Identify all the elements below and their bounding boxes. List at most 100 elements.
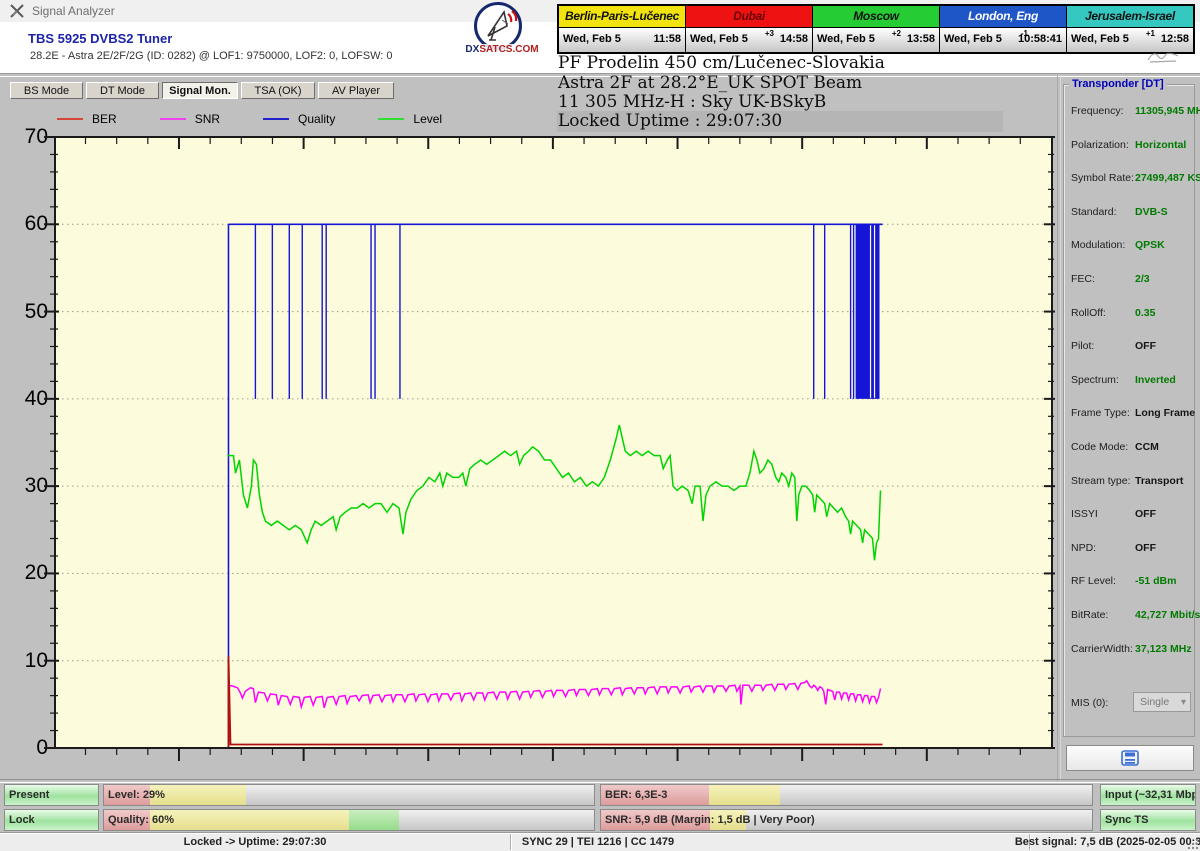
clock-london-eng: London, EngWed, Feb 5-110:58:41	[939, 6, 1066, 52]
signal-analyzer-window: { "window": {"title": "Signal Analyzer"}…	[0, 0, 1200, 850]
meter-label: BER: 6,3E-3	[605, 789, 667, 801]
chevron-down-icon: ▾	[1181, 694, 1186, 712]
transponder-label: NPD:	[1071, 542, 1096, 554]
tab-tsa[interactable]: TSA (OK)	[241, 82, 315, 99]
signature-mark	[1146, 48, 1180, 69]
clock-utc-offset: +3	[765, 29, 774, 38]
clock-date: Wed, Feb 5	[1071, 33, 1129, 45]
y-axis-label-30: 30	[8, 474, 48, 498]
lock-meter: Lock	[4, 809, 99, 831]
transponder-row-fec: FEC: 2/3	[1071, 273, 1191, 287]
y-axis-label-40: 40	[8, 387, 48, 411]
transponder-row-polarization: Polarization:Horizontal	[1071, 139, 1191, 153]
present-meter: Present	[4, 784, 99, 806]
snr-legend-label: SNR	[195, 112, 220, 126]
quality-meter: Quality: 60%	[103, 809, 595, 831]
meter-label: SNR: 5,9 dB (Margin: 1,5 dB | Very Poor)	[605, 814, 815, 826]
transponder-value: 42,727 Mbit/s	[1135, 609, 1200, 621]
transponder-row-bitrate: BitRate:42,727 Mbit/s	[1071, 609, 1191, 623]
transponder-row-rolloff: RollOff: 0.35	[1071, 307, 1191, 321]
quality-dip-block	[856, 224, 880, 399]
clock-city: Dubai	[686, 6, 812, 28]
transponder-value: CCM	[1135, 441, 1159, 453]
transponder-label: Spectrum:	[1071, 374, 1119, 386]
transponder-value: 11305,945 MHz	[1135, 105, 1200, 117]
y-axis-label-60: 60	[8, 212, 48, 236]
logo-text: DXSATCS.COM	[456, 44, 548, 55]
transponder-label: Modulation:	[1071, 239, 1125, 251]
transponder-value: 27499,487 KS/s	[1135, 172, 1200, 184]
clock-time-row: Wed, Feb 511:58	[559, 28, 685, 52]
transponder-label: Frame Type:	[1071, 407, 1130, 419]
meter-label: Level: 29%	[108, 789, 165, 801]
transponder-row-code-mode: Code Mode: CCM	[1071, 441, 1191, 455]
transponder-value: Transport	[1135, 475, 1183, 487]
transponder-row-pilot: Pilot: OFF	[1071, 340, 1191, 354]
quality-legend-swatch	[263, 118, 289, 120]
level-legend-swatch	[378, 118, 404, 120]
antenna-info: PF Prodelin 450 cm/Lučenec-Slovakia	[558, 53, 885, 73]
clock-berlin-paris-lu-enec: Berlin-Paris-LučenecWed, Feb 511:58	[559, 6, 685, 52]
transponder-value: Horizontal	[1135, 139, 1186, 151]
transponder-label: ISSYI	[1071, 508, 1098, 520]
transponder-value: QPSK	[1135, 239, 1165, 251]
clock-city: London, Eng	[940, 6, 1066, 28]
transponder-label: FEC:	[1071, 273, 1095, 285]
transponder-label: Standard:	[1071, 206, 1117, 218]
clock-date: Wed, Feb 5	[563, 33, 621, 45]
y-axis-label-0: 0	[8, 736, 48, 760]
clock-time: 10:58:41	[1018, 33, 1062, 45]
signal-chart-svg	[55, 137, 1052, 748]
uptime-info: Locked Uptime : 29:07:30	[558, 111, 782, 131]
transponder-value: OFF	[1135, 542, 1156, 554]
signal-chart	[55, 137, 1052, 748]
meter-label: Quality: 60%	[108, 814, 174, 826]
transponder-value: 0.35	[1135, 307, 1155, 319]
sync-meter: Sync TS	[1100, 809, 1196, 831]
ber-meter: BER: 6,3E-3	[600, 784, 1093, 806]
dxsatcs-logo: DXSATCS.COM	[456, 2, 548, 60]
transponder-row-carrierwidth: CarrierWidth:37,123 MHz	[1071, 643, 1191, 657]
transponder-label: Code Mode:	[1071, 441, 1128, 453]
plot-background	[55, 137, 1052, 748]
tab-signal-mon[interactable]: Signal Mon.	[162, 82, 238, 99]
clock-time-row: Wed, Feb 5+213:58	[813, 28, 939, 52]
transponder-label: Pilot:	[1071, 340, 1094, 352]
tab-av-player[interactable]: AV Player	[318, 82, 394, 99]
meter-label: Input (~32,31 Mbps)	[1105, 789, 1196, 801]
transponder-value: 2/3	[1135, 273, 1150, 285]
meter-label: Present	[9, 789, 49, 801]
resize-grip[interactable]	[1186, 837, 1198, 849]
transponder-label: RF Level:	[1071, 575, 1116, 587]
clock-utc-offset: +2	[892, 29, 901, 38]
mis-dropdown[interactable]: Single ▾	[1133, 692, 1191, 712]
tab-bs-mode[interactable]: BS Mode	[10, 82, 83, 99]
transponder-row-stream-type: Stream type: Transport	[1071, 475, 1191, 489]
clock-date: Wed, Feb 5	[817, 33, 875, 45]
transponder-label: RollOff:	[1071, 307, 1106, 319]
clock-date: Wed, Feb 5	[690, 33, 748, 45]
transponder-value: Long Frame	[1135, 407, 1195, 419]
world-clock-bar: Berlin-Paris-LučenecWed, Feb 511:58Dubai…	[557, 4, 1195, 54]
y-axis-label-20: 20	[8, 561, 48, 585]
y-axis-label-10: 10	[8, 649, 48, 673]
transponder-value: OFF	[1135, 340, 1156, 352]
y-axis-label-70: 70	[8, 125, 48, 149]
transponder-value: OFF	[1135, 508, 1156, 520]
clock-dubai: DubaiWed, Feb 5+314:58	[685, 6, 812, 52]
clock-city: Berlin-Paris-Lučenec	[559, 6, 685, 28]
transponder-label: Stream type:	[1071, 475, 1131, 487]
ber-legend-label: BER	[92, 112, 117, 126]
snr-legend-swatch	[160, 118, 186, 120]
input-meter: Input (~32,31 Mbps)	[1100, 784, 1196, 806]
window-title: Signal Analyzer	[32, 4, 115, 18]
ber-legend-swatch	[57, 118, 83, 120]
transponder-value: Inverted	[1135, 374, 1176, 386]
chart-legend: BERSNRQualityLevel	[57, 111, 485, 126]
tab-dt-mode[interactable]: DT Mode	[86, 82, 159, 99]
clock-time: 12:58	[1161, 33, 1189, 45]
mis-value: Single	[1140, 696, 1169, 708]
transponder-label: Symbol Rate:	[1071, 172, 1134, 184]
quality-legend-label: Quality	[298, 112, 335, 126]
save-button[interactable]	[1066, 745, 1194, 771]
